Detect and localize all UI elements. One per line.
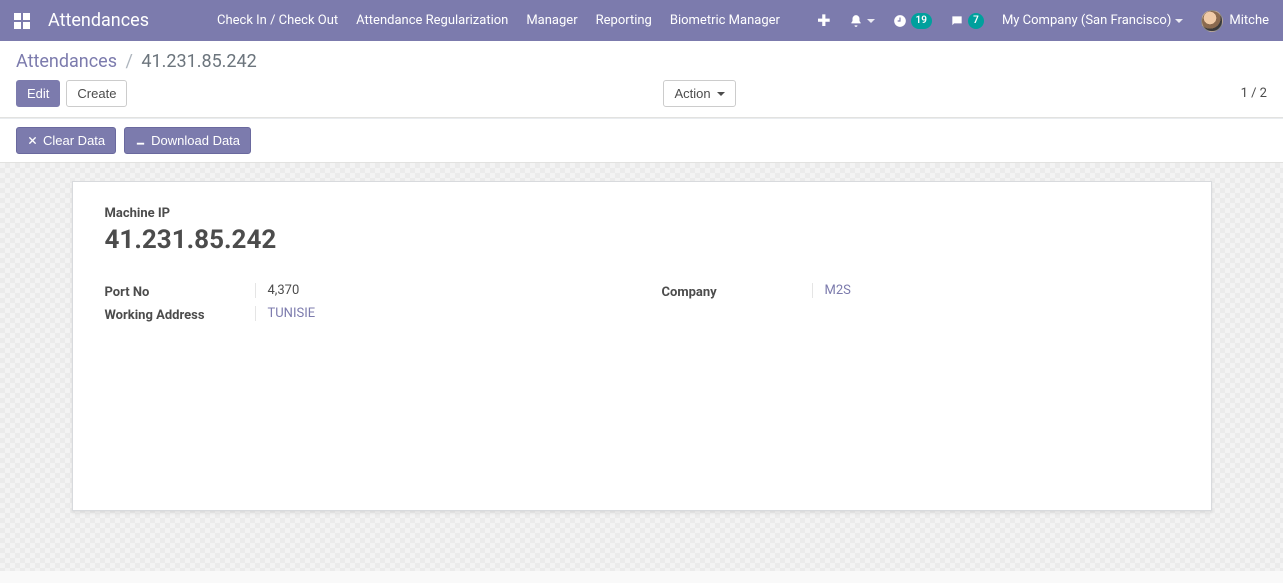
apps-icon[interactable] xyxy=(14,13,30,29)
nav-manager[interactable]: Manager xyxy=(526,13,577,28)
working-address-value[interactable]: TUNISIE xyxy=(268,306,316,321)
download-data-label: Download Data xyxy=(151,133,240,148)
breadcrumb-parent[interactable]: Attendances xyxy=(16,51,117,72)
working-address-label: Working Address xyxy=(105,306,255,323)
activity-badge: 19 xyxy=(911,13,932,29)
nav-biometric-manager[interactable]: Biometric Manager xyxy=(670,13,780,28)
company-label: Company xyxy=(662,283,812,300)
nav-reporting[interactable]: Reporting xyxy=(596,13,652,28)
edit-button[interactable]: Edit xyxy=(16,80,60,107)
chat-icon xyxy=(950,14,964,28)
new-icon[interactable]: ✚ xyxy=(817,13,830,29)
action-label: Action xyxy=(674,86,710,101)
record-title-block: Machine IP 41.231.85.242 xyxy=(105,206,1179,255)
navbar: Attendances Check In / Check Out Attenda… xyxy=(0,0,1283,41)
user-menu[interactable]: Mitche xyxy=(1201,10,1269,32)
breadcrumb: Attendances / 41.231.85.242 xyxy=(16,51,1267,72)
plus-icon: ✚ xyxy=(817,13,830,29)
clear-data-label: Clear Data xyxy=(43,133,105,148)
chevron-down-icon xyxy=(867,19,875,23)
create-button[interactable]: Create xyxy=(66,80,127,107)
username: Mitche xyxy=(1229,13,1269,28)
pager[interactable]: 1 / 2 xyxy=(1241,86,1267,101)
activities-icon[interactable]: 19 xyxy=(893,13,932,29)
notifications-icon[interactable] xyxy=(849,14,875,28)
avatar xyxy=(1201,10,1223,32)
brand-title[interactable]: Attendances xyxy=(48,10,149,31)
port-no-label: Port No xyxy=(105,283,255,300)
bell-icon xyxy=(849,14,863,28)
breadcrumb-current: 41.231.85.242 xyxy=(141,51,256,72)
form-left-column: Port No 4,370 Working Address TUNISIE xyxy=(105,283,622,329)
message-badge: 7 xyxy=(968,13,984,29)
download-icon xyxy=(135,135,146,146)
breadcrumb-separator: / xyxy=(125,51,132,72)
port-no-value: 4,370 xyxy=(255,283,622,298)
clock-icon xyxy=(893,14,907,28)
messages-icon[interactable]: 7 xyxy=(950,13,984,29)
close-icon xyxy=(27,135,38,146)
machine-ip-label: Machine IP xyxy=(105,206,1179,221)
nav-checkin-checkout[interactable]: Check In / Check Out xyxy=(217,13,338,28)
machine-ip-value: 41.231.85.242 xyxy=(105,225,1179,255)
control-panel: Attendances / 41.231.85.242 Edit Create … xyxy=(0,41,1283,118)
company-switcher[interactable]: My Company (San Francisco) xyxy=(1002,13,1183,28)
nav-attendance-regularization[interactable]: Attendance Regularization xyxy=(356,13,508,28)
form-sheet: Machine IP 41.231.85.242 Port No 4,370 W… xyxy=(72,181,1212,511)
clear-data-button[interactable]: Clear Data xyxy=(16,127,116,154)
company-name: My Company (San Francisco) xyxy=(1002,13,1171,28)
form-view-background: Machine IP 41.231.85.242 Port No 4,370 W… xyxy=(0,163,1283,571)
chevron-down-icon xyxy=(1175,19,1183,23)
download-data-button[interactable]: Download Data xyxy=(124,127,251,154)
chevron-down-icon xyxy=(717,92,725,96)
company-value[interactable]: M2S xyxy=(825,283,851,298)
form-right-column: Company M2S xyxy=(662,283,1179,329)
action-dropdown[interactable]: Action xyxy=(663,80,735,107)
status-bar: Clear Data Download Data xyxy=(0,118,1283,163)
